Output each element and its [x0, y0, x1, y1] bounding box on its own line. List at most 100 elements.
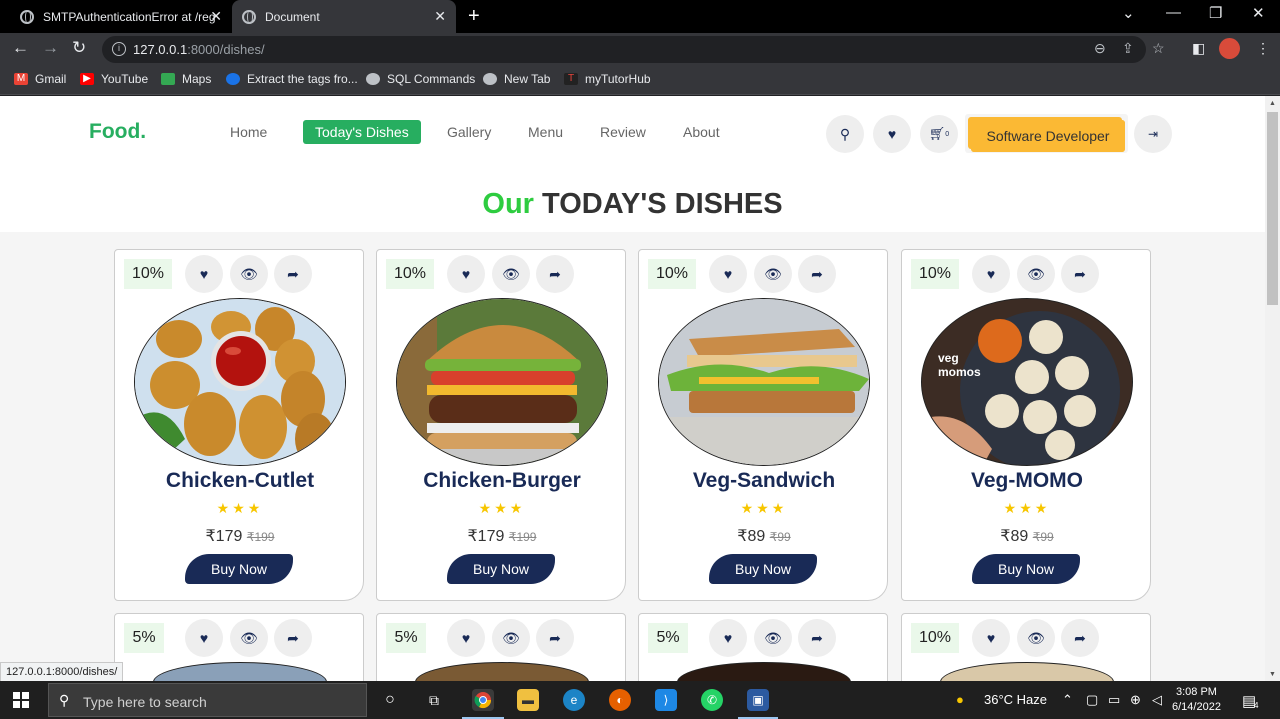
- site-logo[interactable]: Food.: [89, 120, 146, 144]
- buy-now-button[interactable]: Buy Now: [972, 554, 1080, 584]
- logout-button[interactable]: ⇥: [1134, 115, 1172, 153]
- heart-icon[interactable]: ♥: [185, 619, 223, 657]
- share-icon[interactable]: ➦: [798, 255, 836, 293]
- taskbar-clock[interactable]: 3:08 PM 6/14/2022: [1172, 685, 1221, 715]
- buy-now-button[interactable]: Buy Now: [447, 554, 555, 584]
- browser-tab-1[interactable]: SMTPAuthenticationError at /reg ✕: [10, 0, 232, 33]
- clock-time: 3:08 PM: [1175, 686, 1217, 698]
- share-icon[interactable]: ➦: [274, 255, 312, 293]
- new-tab-button[interactable]: +: [468, 5, 480, 28]
- battery-icon[interactable]: ▭: [1108, 692, 1120, 708]
- nav-home[interactable]: Home: [230, 124, 267, 140]
- heart-icon[interactable]: ♥: [447, 255, 485, 293]
- task-view-icon[interactable]: ⧉: [423, 689, 445, 711]
- windows-start-button[interactable]: [13, 692, 29, 708]
- search-placeholder: Type here to search: [83, 694, 207, 710]
- toolbar: ← → ↻ i 127.0.0.1:8000/dishes/ ⊖ ⇪ ☆ ◧ ⋮: [0, 33, 1280, 65]
- bookmark-mytutorhub[interactable]: TmyTutorHub: [564, 72, 651, 86]
- profile-avatar[interactable]: [1219, 38, 1240, 59]
- share-icon[interactable]: ➦: [1061, 619, 1099, 657]
- dish-card: 5% ♥ 👁︎ ➦: [638, 613, 888, 681]
- language-icon[interactable]: ⊕: [1130, 692, 1141, 708]
- search-button[interactable]: ⚲: [826, 115, 864, 153]
- heart-icon[interactable]: ♥: [972, 255, 1010, 293]
- wishlist-button[interactable]: ♥: [873, 115, 911, 153]
- dish-image-chicken-cutlet: [134, 298, 346, 466]
- bookmark-maps[interactable]: Maps: [161, 72, 211, 86]
- heart-icon[interactable]: ♥: [185, 255, 223, 293]
- whatsapp-icon[interactable]: ✆: [701, 689, 723, 711]
- scroll-up-arrow[interactable]: ▲: [1269, 100, 1276, 107]
- side-panel-icon[interactable]: ◧: [1192, 40, 1205, 57]
- page-scrollbar[interactable]: ▲ ▼: [1265, 96, 1280, 681]
- minimize-button[interactable]: —: [1166, 4, 1181, 21]
- app-icon[interactable]: ▣: [747, 689, 769, 711]
- tray-chevron-icon[interactable]: ⌃: [1062, 692, 1073, 708]
- back-button[interactable]: ←: [12, 38, 29, 58]
- bookmark-gmail[interactable]: M Gmail: [14, 72, 66, 86]
- bookmark-sql-commands[interactable]: SQL Commands: [366, 72, 475, 86]
- address-bar[interactable]: i 127.0.0.1:8000/dishes/ ⊖ ⇪ ☆: [102, 36, 1165, 63]
- close-icon[interactable]: ✕: [434, 8, 446, 25]
- eye-icon[interactable]: 👁︎: [1017, 619, 1055, 657]
- eye-icon[interactable]: 👁︎: [230, 619, 268, 657]
- tab-strip: SMTPAuthenticationError at /reg ✕ Docume…: [0, 0, 1280, 33]
- bookmark-new-tab[interactable]: New Tab: [483, 72, 550, 86]
- eye-icon[interactable]: 👁︎: [754, 255, 792, 293]
- eye-icon[interactable]: 👁︎: [492, 255, 530, 293]
- share-icon[interactable]: ➦: [536, 619, 574, 657]
- nav-review[interactable]: Review: [600, 124, 646, 140]
- bookmark-star-icon[interactable]: ☆: [1152, 40, 1165, 57]
- weather-text[interactable]: 36°C Haze: [984, 692, 1047, 707]
- cart-button[interactable]: 🛒︎ 0: [920, 115, 958, 153]
- edge-icon[interactable]: e: [563, 689, 585, 711]
- share-icon[interactable]: ➦: [1061, 255, 1099, 293]
- tab-search-icon[interactable]: ⌄: [1122, 4, 1135, 22]
- bookmark-youtube[interactable]: ▶ YouTube: [80, 72, 148, 86]
- nav-gallery[interactable]: Gallery: [447, 124, 491, 140]
- eye-icon[interactable]: 👁︎: [1017, 255, 1055, 293]
- weather-icon[interactable]: ●: [956, 692, 964, 707]
- buy-now-button[interactable]: Buy Now: [185, 554, 293, 584]
- scrollbar-thumb[interactable]: [1267, 112, 1278, 305]
- reload-button[interactable]: ↻: [72, 38, 86, 58]
- cortana-icon[interactable]: ○: [379, 689, 401, 711]
- firefox-icon[interactable]: ◐: [609, 689, 631, 711]
- browser-tab-2[interactable]: Document ✕: [232, 0, 456, 33]
- vscode-icon[interactable]: ⟩: [655, 689, 677, 711]
- share-icon[interactable]: ➦: [536, 255, 574, 293]
- profile-button[interactable]: ▯Software Developer: [965, 114, 1128, 153]
- eye-icon[interactable]: 👁︎: [492, 619, 530, 657]
- network-icon[interactable]: ▢: [1086, 692, 1098, 708]
- heart-icon[interactable]: ♥: [447, 619, 485, 657]
- buy-now-button[interactable]: Buy Now: [709, 554, 817, 584]
- eye-icon[interactable]: 👁︎: [230, 255, 268, 293]
- file-explorer-icon[interactable]: ▬: [517, 689, 539, 711]
- info-icon[interactable]: i: [112, 42, 126, 56]
- restore-button[interactable]: ❐: [1209, 4, 1222, 22]
- share-icon[interactable]: ➦: [274, 619, 312, 657]
- nav-about[interactable]: About: [683, 124, 720, 140]
- dish-card: 10% ♥ 👁︎ ➦ Chicken-Burger ★★★ ₹179 ₹199 …: [376, 249, 626, 601]
- bookmark-extract-tags[interactable]: Extract the tags fro...: [226, 72, 358, 86]
- volume-icon[interactable]: ◁: [1152, 692, 1162, 708]
- window-close-button[interactable]: ✕: [1252, 4, 1265, 22]
- heart-icon[interactable]: ♥: [972, 619, 1010, 657]
- menu-icon[interactable]: ⋮: [1256, 40, 1270, 57]
- close-icon[interactable]: ✕: [210, 8, 222, 25]
- share-icon[interactable]: ➦: [798, 619, 836, 657]
- url-text[interactable]: 127.0.0.1:8000/dishes/: [133, 42, 265, 57]
- heart-icon[interactable]: ♥: [709, 255, 747, 293]
- bookmarks-bar: M Gmail ▶ YouTube Maps Extract the tags fr…: [0, 65, 1280, 95]
- scroll-down-arrow[interactable]: ▼: [1269, 671, 1276, 678]
- chrome-icon[interactable]: [472, 689, 494, 711]
- share-icon[interactable]: ⇪: [1122, 40, 1134, 57]
- taskbar-search[interactable]: ⚲ Type here to search: [48, 683, 367, 717]
- zoom-icon[interactable]: ⊖: [1094, 40, 1106, 57]
- dish-card: 5% ♥ 👁︎ ➦: [114, 613, 364, 681]
- eye-icon[interactable]: 👁︎: [754, 619, 792, 657]
- nav-todays-dishes[interactable]: Today's Dishes: [303, 120, 421, 144]
- heart-icon[interactable]: ♥: [709, 619, 747, 657]
- nav-menu[interactable]: Menu: [528, 124, 563, 140]
- forward-button[interactable]: →: [42, 38, 59, 58]
